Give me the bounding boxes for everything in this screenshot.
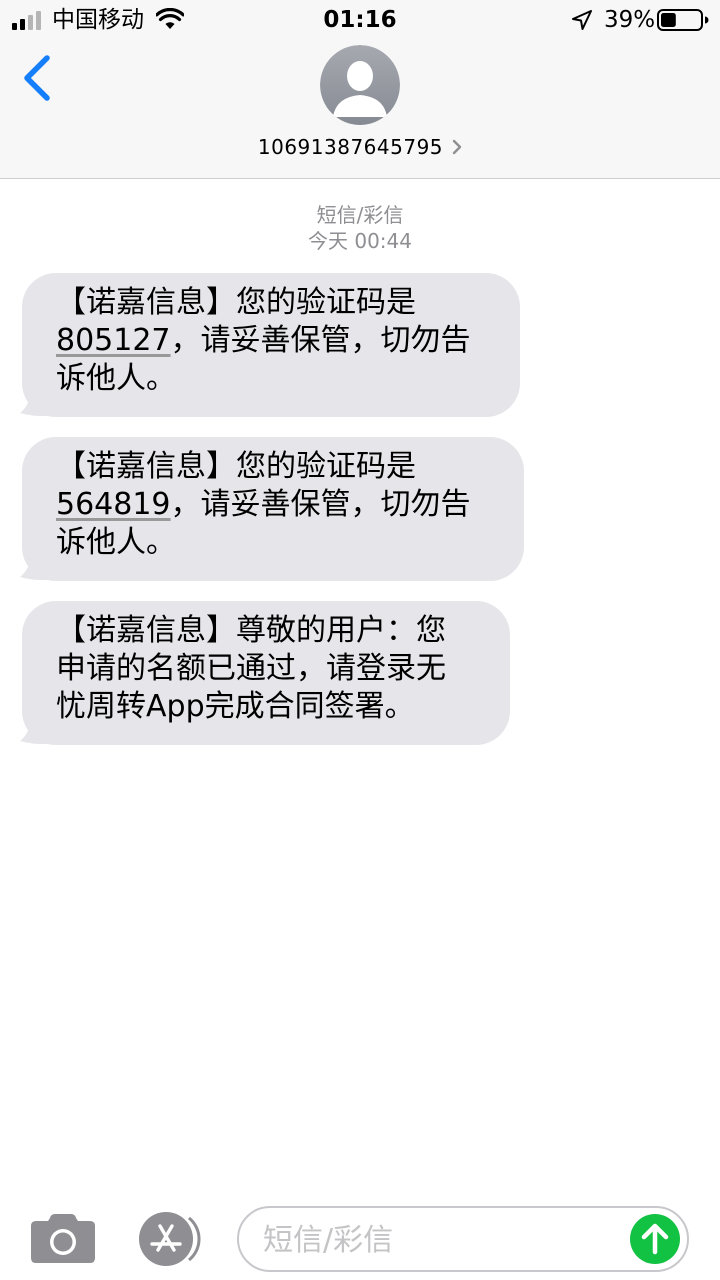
camera-button[interactable]	[30, 1212, 96, 1264]
send-button[interactable]	[630, 1214, 680, 1264]
message-line: 【诺嘉信息】您的验证码是	[56, 285, 416, 320]
message-text[interactable]: 【诺嘉信息】您的验证码是 805127，请妥善保管，切勿告 诉他人。	[22, 273, 520, 417]
contact-number: 10691387645795	[257, 135, 444, 159]
message-timestamp: 今天 00:44	[308, 229, 412, 253]
message-text[interactable]: 【诺嘉信息】您的验证码是 564819，请妥善保管，切勿告 诉他人。	[22, 437, 524, 581]
conversation-meta: 短信/彩信 今天 00:44	[0, 202, 720, 254]
message-line: 忧周转App完成合同签署。	[56, 689, 415, 724]
apps-button[interactable]	[134, 1210, 204, 1268]
message-line: 【诺嘉信息】您的验证码是	[56, 449, 416, 484]
message-line: ，请妥善保管，切勿告	[170, 487, 471, 522]
battery-percent: 39%	[604, 7, 656, 33]
message-line: 【诺嘉信息】尊敬的用户：您	[56, 613, 446, 648]
messages-screen: 中国移动 01:16 39% 10691387645795 短信/彩信 今天 0…	[0, 0, 720, 1280]
back-button[interactable]	[14, 50, 62, 106]
message-line: 诉他人。	[56, 361, 176, 396]
verification-code-link[interactable]: 805127	[56, 323, 171, 358]
verification-code-link[interactable]: 564819	[56, 487, 171, 522]
camera-icon	[31, 1214, 95, 1263]
message-line: ，请妥善保管，切勿告	[170, 323, 471, 358]
message-line: 申请的名额已通过，请登录无	[56, 651, 446, 686]
message-input[interactable]	[261, 1216, 615, 1264]
message-line: 诉他人。	[56, 525, 176, 560]
message-bubble-3: 【诺嘉信息】尊敬的用户：您 申请的名额已通过，请登录无 忧周转App完成合同签署…	[20, 601, 510, 745]
message-input-field[interactable]	[237, 1206, 689, 1272]
message-bubble-2: 【诺嘉信息】您的验证码是 564819，请妥善保管，切勿告 诉他人。	[20, 437, 524, 581]
chevron-right-icon	[452, 139, 462, 155]
arrow-up-icon	[641, 1223, 669, 1255]
app-store-icon	[139, 1212, 201, 1266]
message-bubble-1: 【诺嘉信息】您的验证码是 805127，请妥善保管，切勿告 诉他人。	[20, 273, 520, 417]
message-text[interactable]: 【诺嘉信息】尊敬的用户：您 申请的名额已通过，请登录无 忧周转App完成合同签署…	[22, 601, 510, 745]
service-label: 短信/彩信	[316, 203, 404, 227]
location-arrow-icon	[572, 10, 592, 30]
battery-icon	[657, 9, 709, 31]
contact-avatar[interactable]	[320, 45, 400, 125]
conversation-header: 中国移动 01:16 39% 10691387645795	[0, 0, 720, 179]
status-bar: 中国移动 01:16 39%	[0, 0, 720, 40]
contact-info-button[interactable]: 10691387645795	[0, 131, 720, 163]
